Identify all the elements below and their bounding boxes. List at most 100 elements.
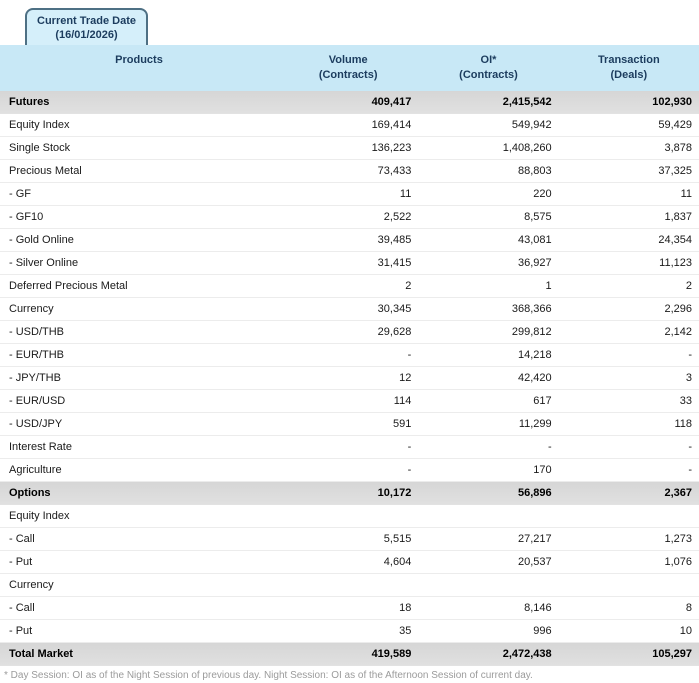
volume-cell: - [407,464,412,476]
oi-cell: 2,415,542 [502,96,552,108]
product-cell: Deferred Precious Metal [9,280,128,292]
column-header-label: Products [115,54,163,66]
volume-cell: - [407,441,412,453]
product-cell: Currency [9,579,54,591]
product-cell: - Put [9,556,33,568]
tab-label-line1: Current Trade Date [37,15,137,27]
volume-cell [278,505,418,527]
table-row: Deferred Precious Metal 2 1 2 [0,275,699,298]
oi-cell [418,574,558,596]
oi-cell: 43,081 [518,234,552,246]
product-cell: - EUR/THB [9,349,64,361]
oi-cell: - [547,441,552,453]
market-summary-table: Products Volume (Contracts) OI* (Contrac… [0,45,699,666]
transaction-cell: 8 [685,602,692,614]
transaction-cell: 10 [679,625,692,637]
oi-cell: 549,942 [511,119,552,131]
table-row: - Put 35 996 10 [0,620,699,643]
transaction-cell: 102,930 [652,96,692,108]
transaction-cell: 2,142 [664,326,692,338]
transaction-cell: 11,123 [659,257,692,269]
column-header-sublabel: (Deals) [610,69,648,81]
table-row: Currency [0,574,699,597]
volume-cell: 10,172 [377,487,412,499]
column-header-label: Transaction [597,54,660,66]
table-row: - Gold Online 39,485 43,081 24,354 [0,229,699,252]
product-cell: - Call [9,533,35,545]
table-row: - JPY/THB 12 42,420 3 [0,367,699,390]
table-row: - GF 11 220 11 [0,183,699,206]
table-row: Options 10,172 56,896 2,367 [0,482,699,505]
product-cell: - GF10 [9,211,44,223]
product-cell: Total Market [9,648,73,660]
product-cell: - USD/THB [9,326,64,338]
oi-cell: 170 [533,464,552,476]
transaction-cell: 2,367 [664,487,692,499]
table-row: Total Market 419,589 2,472,438 105,297 [0,643,699,666]
volume-cell: 2,522 [383,211,412,223]
volume-cell: 2 [405,280,412,292]
volume-cell: 39,485 [377,234,412,246]
product-cell: Equity Index [9,119,70,131]
table-row: - EUR/THB - 14,218 - [0,344,699,367]
oi-cell: 617 [533,395,552,407]
column-header-oi: OI* (Contracts) [418,53,558,91]
volume-cell: - [407,349,412,361]
column-header-sublabel: (Contracts) [318,69,378,81]
transaction-cell: 1,076 [664,556,692,568]
column-header-products: Products [0,53,278,91]
transaction-cell: - [688,441,692,453]
product-cell: Equity Index [9,510,70,522]
table-row: - Put 4,604 20,537 1,076 [0,551,699,574]
volume-cell: 18 [399,602,412,614]
product-cell: - Gold Online [9,234,74,246]
oi-cell: 8,146 [524,602,552,614]
tab-current-trade-date[interactable]: Current Trade Date (16/01/2026) [25,8,149,45]
volume-cell: 29,628 [377,326,412,338]
transaction-cell: 2,296 [664,303,692,315]
table-row: Equity Index 169,414 549,942 59,429 [0,114,699,137]
transaction-cell: 105,297 [652,648,692,660]
oi-cell: 996 [533,625,552,637]
volume-cell: 4,604 [383,556,412,568]
volume-cell: 11 [399,188,412,200]
table-row: Currency 30,345 368,366 2,296 [0,298,699,321]
column-header-sublabel: (Contracts) [459,69,518,81]
product-cell: - GF [9,188,31,200]
volume-cell: 5,515 [383,533,412,545]
product-cell: Options [9,487,51,499]
table-row: Interest Rate - - - [0,436,699,459]
product-cell: Futures [9,96,50,108]
volume-cell: 114 [393,395,412,407]
volume-cell: 169,414 [371,119,412,131]
product-cell: Precious Metal [9,165,82,177]
table-row: - Call 5,515 27,217 1,273 [0,528,699,551]
column-header-label: OI* [480,54,497,66]
table-row: Futures 409,417 2,415,542 102,930 [0,91,699,114]
column-header-label: Volume [328,54,368,66]
volume-cell: 31,415 [377,257,412,269]
table-row: - EUR/USD 114 617 33 [0,390,699,413]
transaction-cell: 1,273 [664,533,692,545]
table-row: Agriculture - 170 - [0,459,699,482]
transaction-cell: 24,354 [658,234,692,246]
product-cell: Currency [9,303,54,315]
column-header-transaction: Transaction (Deals) [559,53,699,91]
table-row: - USD/JPY 591 11,299 118 [0,413,699,436]
oi-cell: 88,803 [518,165,552,177]
oi-cell: 220 [533,188,552,200]
product-cell: - Call [9,602,35,614]
volume-cell: 30,345 [377,303,412,315]
table-row: - Call 18 8,146 8 [0,597,699,620]
product-cell: - Put [9,625,33,637]
oi-cell [418,505,558,527]
tab-label-line2: (16/01/2026) [55,29,118,41]
table-row: Single Stock 136,223 1,408,260 3,878 [0,137,699,160]
table-row: - Silver Online 31,415 36,927 11,123 [0,252,699,275]
oi-cell: 2,472,438 [502,648,552,660]
table-body: Futures 409,417 2,415,542 102,930 Equity Ind… [0,91,699,666]
volume-cell: 73,433 [377,165,412,177]
transaction-cell: - [688,349,692,361]
table-row: - GF10 2,522 8,575 1,837 [0,206,699,229]
transaction-cell: 1,837 [664,211,692,223]
